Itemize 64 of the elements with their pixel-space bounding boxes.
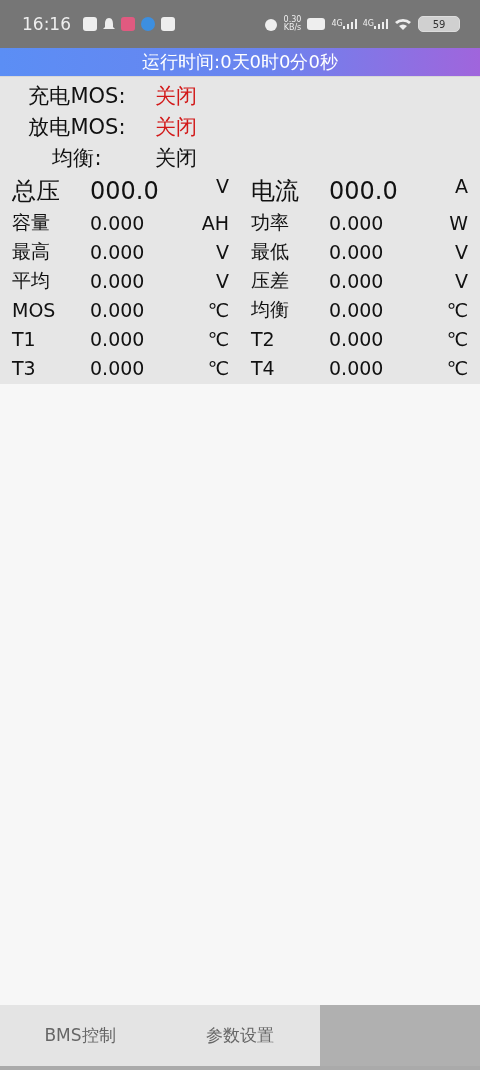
reading-unit: ℃ — [446, 356, 468, 379]
reading-label: 平均 — [12, 267, 51, 293]
reading-label: T2 — [251, 327, 276, 350]
reading-value: 0.000 — [328, 211, 385, 234]
nav-tab[interactable] — [320, 1005, 480, 1070]
reading-value: 0.000 — [89, 269, 146, 292]
network-label: 4G — [331, 19, 343, 28]
reading-unit: V — [216, 174, 229, 197]
reading-value: 0.000 — [328, 240, 385, 263]
reading-value: 0.000 — [89, 240, 146, 263]
reading-unit: ℃ — [446, 298, 468, 321]
signal-icon — [342, 19, 357, 29]
reading-unit: W — [449, 211, 468, 234]
reading-unit: V — [216, 269, 229, 292]
reading-unit: ℃ — [446, 327, 468, 350]
switch-status: 关闭 — [155, 144, 197, 172]
reading-value: 0.000 — [89, 327, 146, 350]
reading-value: 0.000 — [89, 211, 146, 234]
switch-label: 均衡: — [51, 144, 103, 172]
network-label: 4G — [362, 19, 374, 28]
signal-icon — [374, 19, 388, 29]
reading-label: 最高 — [12, 238, 51, 264]
reading-label: T1 — [12, 327, 37, 350]
reading-label: 均衡 — [251, 296, 290, 322]
net-speed: 0.30 — [283, 16, 302, 24]
reading-label: 电流 — [251, 175, 300, 207]
reading-value: 0.000 — [328, 298, 385, 321]
bell-icon — [103, 17, 115, 31]
reading-value: 0.000 — [89, 356, 146, 379]
wifi-icon — [394, 17, 412, 31]
reading-unit: AH — [201, 211, 229, 234]
switch-status: 关闭 — [155, 82, 197, 110]
reading-label: MOS — [12, 298, 57, 321]
app-icon — [83, 17, 97, 31]
reading-label: 总压 — [12, 175, 61, 207]
switch-status: 关闭 — [155, 113, 197, 141]
reading-unit: V — [455, 240, 468, 263]
reading-label: 最低 — [251, 238, 290, 264]
app-icon — [161, 17, 175, 31]
app-icon — [141, 17, 155, 31]
reading-value: 0.000 — [328, 356, 385, 379]
clock-time: 16:16 — [22, 14, 71, 34]
reading-value: 0.000 — [328, 269, 385, 292]
runtime-title: 运行时间:0天0时0分0秒 — [142, 50, 338, 74]
reading-label: 压差 — [251, 267, 290, 293]
reading-label: T3 — [12, 356, 37, 379]
app-icon — [121, 17, 135, 31]
reading-unit: ℃ — [207, 356, 229, 379]
reading-unit: ℃ — [207, 327, 229, 350]
reading-label: T4 — [251, 356, 276, 379]
reading-value: 0.000 — [89, 298, 146, 321]
reading-value: 000.0 — [89, 176, 160, 205]
reading-label: 容量 — [12, 209, 51, 235]
battery-level: 59 — [418, 16, 460, 32]
reading-unit: A — [455, 174, 468, 197]
reading-unit: ℃ — [207, 298, 229, 321]
reading-label: 功率 — [251, 209, 290, 235]
reading-value: 0.000 — [328, 327, 385, 350]
reading-unit: V — [216, 240, 229, 263]
reading-unit: V — [455, 269, 468, 292]
net-unit: KB/s — [283, 24, 302, 32]
switch-label: 放电MOS: — [27, 113, 127, 141]
reading-value: 000.0 — [328, 176, 399, 205]
switch-label: 充电MOS: — [27, 82, 127, 110]
